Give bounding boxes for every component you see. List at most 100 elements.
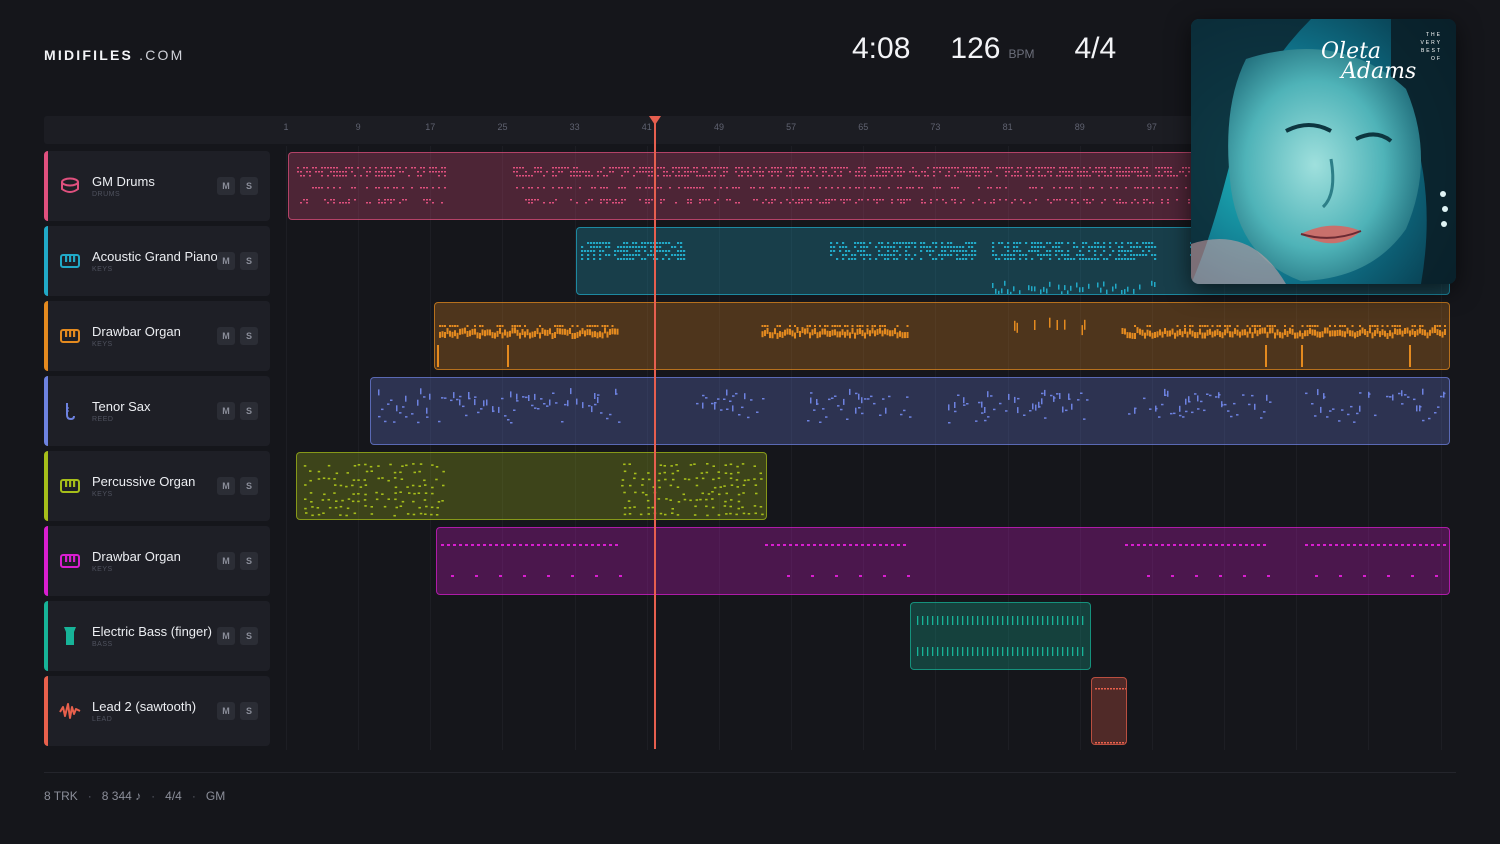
- mute-button[interactable]: M: [217, 177, 235, 195]
- grid-line: [502, 146, 504, 750]
- midi-clip[interactable]: [435, 527, 1450, 595]
- playhead-handle[interactable]: [649, 116, 661, 125]
- track-category: BASS: [92, 641, 113, 648]
- track-color-stripe: [44, 526, 48, 596]
- track-category: LEAD: [92, 716, 113, 723]
- track-name: GM Drums: [92, 174, 155, 189]
- footer-divider: [44, 772, 1456, 773]
- bass-icon: [59, 626, 81, 646]
- grid-line: [430, 146, 432, 750]
- separator: ·: [191, 789, 196, 803]
- album-subtitle: THE VERY BEST OF: [1420, 32, 1442, 62]
- footer-time-signature: 4/4: [165, 789, 182, 803]
- track-color-stripe: [44, 151, 48, 221]
- midi-clip[interactable]: [910, 602, 1091, 670]
- site-logo[interactable]: MIDIFILES .COM: [44, 47, 184, 63]
- solo-button[interactable]: S: [240, 552, 258, 570]
- track-header[interactable]: Drawbar Organ KEYS M S: [44, 526, 270, 596]
- midi-notes: [440, 544, 1446, 577]
- album-cover: Oleta Adams THE VERY BEST OF: [1191, 19, 1456, 284]
- playhead[interactable]: [654, 116, 656, 749]
- mute-button[interactable]: M: [217, 327, 235, 345]
- ruler-bar-label: 25: [497, 122, 508, 132]
- track-name: Tenor Sax: [92, 399, 151, 414]
- solo-button[interactable]: S: [240, 702, 258, 720]
- track-name: Drawbar Organ: [92, 549, 181, 564]
- tempo-value: 126: [950, 32, 1001, 65]
- track-color-stripe: [44, 226, 48, 296]
- transport-stats: 4:08 126 BPM 4/4: [852, 32, 1116, 66]
- midi-notes: [1094, 688, 1126, 744]
- mute-button[interactable]: M: [217, 552, 235, 570]
- time-signature: 4/4: [1074, 32, 1117, 65]
- song-duration: 4:08: [852, 32, 911, 65]
- track-header[interactable]: Drawbar Organ KEYS M S: [44, 301, 270, 371]
- solo-button[interactable]: S: [240, 627, 258, 645]
- note-count: 8 344 ♪: [101, 789, 142, 803]
- track-category: KEYS: [92, 341, 113, 348]
- midi-clip[interactable]: [1090, 677, 1127, 745]
- organ-icon: [59, 476, 81, 496]
- midi-standard: GM: [205, 789, 226, 803]
- ruler-bar-label: 97: [1146, 122, 1157, 132]
- track-name: Percussive Organ: [92, 474, 196, 489]
- solo-button[interactable]: S: [240, 402, 258, 420]
- track-name: Lead 2 (sawtooth): [92, 699, 197, 714]
- album-artist-last: Adams: [1341, 59, 1417, 84]
- midi-notes: [303, 463, 764, 517]
- piano-icon: [59, 251, 81, 271]
- track-header[interactable]: Tenor Sax REED M S: [44, 376, 270, 446]
- waveform-icon: [59, 701, 81, 721]
- solo-button[interactable]: S: [240, 177, 258, 195]
- track-header[interactable]: GM Drums DRUMS M S: [44, 151, 270, 221]
- track-category: DRUMS: [92, 191, 121, 198]
- ruler-bar-label: 65: [858, 122, 869, 132]
- midi-notes: [377, 388, 1446, 424]
- mute-button[interactable]: M: [217, 627, 235, 645]
- midi-clip[interactable]: [295, 452, 767, 520]
- tempo-unit: BPM: [1008, 47, 1035, 61]
- mute-button[interactable]: M: [217, 477, 235, 495]
- drum-icon: [59, 176, 81, 196]
- grid-line: [286, 146, 287, 750]
- mute-button[interactable]: M: [217, 252, 235, 270]
- track-header[interactable]: Lead 2 (sawtooth) LEAD M S: [44, 676, 270, 746]
- track-name: Drawbar Organ: [92, 324, 181, 339]
- track-header[interactable]: Acoustic Grand Piano KEYS M S: [44, 226, 270, 296]
- track-category: KEYS: [92, 566, 113, 573]
- track-name: Acoustic Grand Piano: [92, 249, 218, 264]
- ruler-bar-label: 57: [786, 122, 797, 132]
- ruler-bar-label: 33: [569, 122, 580, 132]
- track-color-stripe: [44, 301, 48, 371]
- ruler-bar-label: 1: [283, 122, 289, 132]
- track-category: KEYS: [92, 266, 113, 273]
- track-category: REED: [92, 416, 114, 423]
- ruler-bar-label: 73: [930, 122, 941, 132]
- solo-button[interactable]: S: [240, 252, 258, 270]
- ruler-bar-label: 89: [1074, 122, 1085, 132]
- midi-notes: [436, 317, 1446, 367]
- track-category: KEYS: [92, 491, 113, 498]
- ruler-bar-label: 9: [355, 122, 361, 132]
- saxophone-icon: [59, 401, 81, 421]
- solo-button[interactable]: S: [240, 327, 258, 345]
- track-header[interactable]: Percussive Organ KEYS M S: [44, 451, 270, 521]
- separator: ·: [87, 789, 92, 803]
- separator: ·: [151, 789, 156, 803]
- mute-button[interactable]: M: [217, 702, 235, 720]
- organ-icon: [59, 551, 81, 571]
- solo-button[interactable]: S: [240, 477, 258, 495]
- mute-button[interactable]: M: [217, 402, 235, 420]
- track-name: Electric Bass (finger): [92, 624, 212, 639]
- track-color-stripe: [44, 451, 48, 521]
- midi-notes: [917, 616, 1084, 656]
- track-color-stripe: [44, 601, 48, 671]
- track-count: 8 TRK: [44, 789, 78, 803]
- midi-clip[interactable]: [433, 302, 1450, 370]
- track-header[interactable]: Electric Bass (finger) BASS M S: [44, 601, 270, 671]
- midi-clip[interactable]: [369, 377, 1450, 445]
- ruler-bar-label: 49: [713, 122, 724, 132]
- grid-line: [358, 146, 360, 750]
- track-color-stripe: [44, 676, 48, 746]
- ruler-bar-label: 17: [425, 122, 436, 132]
